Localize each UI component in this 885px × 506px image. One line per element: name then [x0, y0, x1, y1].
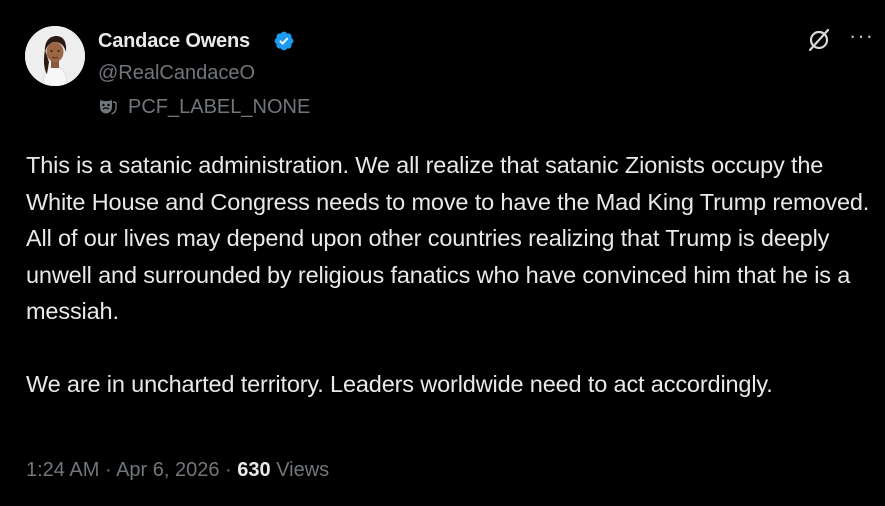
theater-mask-icon [100, 100, 117, 115]
views-label: Views [270, 459, 330, 481]
author-handle[interactable]: @RealCandaceO [98, 62, 255, 85]
profile-photo-icon [25, 26, 85, 86]
label-text: PCF_LABEL_NONE [128, 95, 311, 118]
tweet-paragraph: All of our lives may depend upon other c… [26, 225, 851, 324]
tweet-date[interactable]: Apr 6, 2026 [116, 459, 219, 481]
tweet-paragraph: This is a satanic administration. We all… [26, 152, 870, 215]
tweet-text: This is a satanic administration. We all… [26, 147, 871, 403]
grok-icon[interactable] [806, 27, 832, 53]
label-row: PCF_LABEL_NONE [98, 95, 310, 119]
views-count: 630 [237, 459, 271, 481]
author-name[interactable]: Candace Owens [98, 30, 250, 53]
meta-separator: · [99, 459, 117, 481]
meta-separator: · [219, 459, 238, 481]
tweet-card: Candace Owens @RealCandaceO PCF_LABEL_NO… [0, 0, 885, 506]
tweet-time[interactable]: 1:24 AM [26, 459, 99, 481]
tweet-meta: 1:24 AM · Apr 6, 2026 · 630 Views [26, 459, 329, 482]
verified-badge-icon [274, 31, 294, 51]
tweet-paragraph: We are in uncharted territory. Leaders w… [26, 371, 773, 397]
more-icon[interactable]: ··· [849, 25, 873, 48]
avatar[interactable] [25, 26, 85, 86]
